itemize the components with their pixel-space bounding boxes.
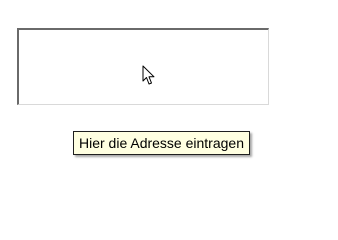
arrow-pointer-icon [142,65,155,85]
address-tooltip: Hier die Adresse eintragen [73,131,250,155]
window-content: Hier die Adresse eintragen [0,0,338,207]
